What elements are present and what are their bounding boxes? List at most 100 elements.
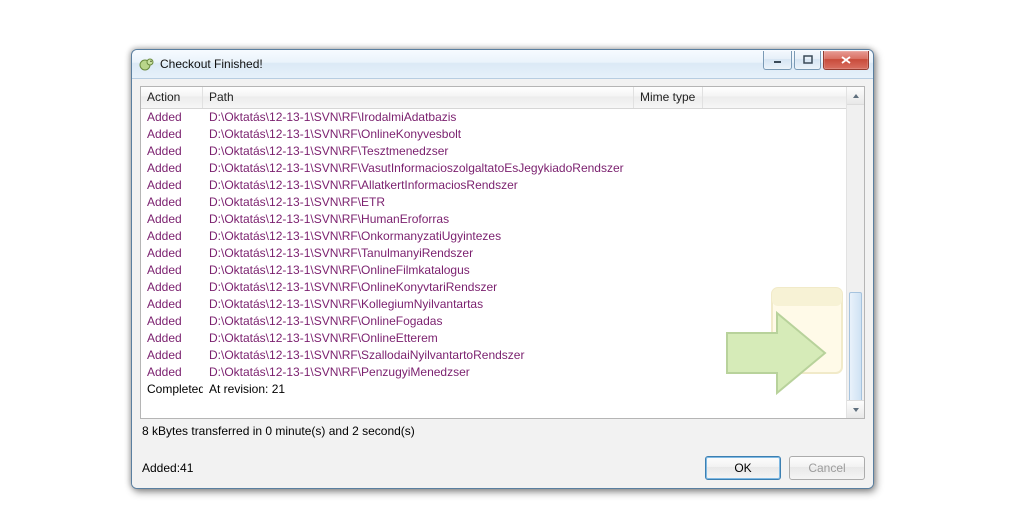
cell-mime [634,313,703,330]
log-row[interactable]: AddedD:\Oktatás\12-13-1\SVN\RF\PenzugyiM… [141,364,846,381]
cell-spacer [703,347,846,364]
cell-mime [634,177,703,194]
cell-spacer [703,245,846,262]
cell-action: Added [141,347,203,364]
cell-path: D:\Oktatás\12-13-1\SVN\RF\ETR [203,194,634,211]
log-row[interactable]: AddedD:\Oktatás\12-13-1\SVN\RF\Allatkert… [141,177,846,194]
cell-path: D:\Oktatás\12-13-1\SVN\RF\AllatkertInfor… [203,177,634,194]
scroll-down-button[interactable] [847,400,864,418]
log-row[interactable]: AddedD:\Oktatás\12-13-1\SVN\RF\OnlineKon… [141,126,846,143]
cell-path: D:\Oktatás\12-13-1\SVN\RF\KollegiumNyilv… [203,296,634,313]
cell-path: D:\Oktatás\12-13-1\SVN\RF\OnkormanyzatiU… [203,228,634,245]
cell-path: D:\Oktatás\12-13-1\SVN\RF\Tesztmenedzser [203,143,634,160]
cell-action: Added [141,211,203,228]
window-title: Checkout Finished! [160,57,761,71]
cell-action: Added [141,109,203,126]
cell-spacer [703,313,846,330]
log-row-completed[interactable]: CompletedAt revision: 21 [141,381,846,398]
cell-mime [634,126,703,143]
cell-path: D:\Oktatás\12-13-1\SVN\RF\OnlineFogadas [203,313,634,330]
chevron-up-icon [852,93,860,99]
column-action[interactable]: Action [141,87,203,108]
log-row[interactable]: AddedD:\Oktatás\12-13-1\SVN\RF\Tanulmany… [141,245,846,262]
dialog-buttons: OK Cancel [705,456,865,480]
log-row[interactable]: AddedD:\Oktatás\12-13-1\SVN\RF\VasutInfo… [141,160,846,177]
cell-path: D:\Oktatás\12-13-1\SVN\RF\TanulmanyiRend… [203,245,634,262]
scrollbar-thumb[interactable] [849,292,862,404]
maximize-button[interactable] [794,51,821,70]
dialog-window: Checkout Finished! [131,49,874,489]
close-icon [840,55,852,65]
cell-mime [634,296,703,313]
cell-action: Added [141,126,203,143]
cell-spacer [703,330,846,347]
tortoisesvn-icon [139,56,155,72]
column-spacer [703,87,846,108]
cell-action: Added [141,228,203,245]
cell-path: D:\Oktatás\12-13-1\SVN\RF\VasutInformaci… [203,160,634,177]
titlebar[interactable]: Checkout Finished! [132,50,873,79]
cell-spacer [703,296,846,313]
cell-path: D:\Oktatás\12-13-1\SVN\RF\OnlineKonyvesb… [203,126,634,143]
bottom-row: Added:41 OK Cancel [140,456,865,480]
log-row[interactable]: AddedD:\Oktatás\12-13-1\SVN\RF\OnlineEtt… [141,330,846,347]
minimize-icon [773,56,783,64]
cell-spacer [703,177,846,194]
column-mime[interactable]: Mime type [634,87,703,108]
added-count: Added:41 [142,461,193,475]
cell-spacer [703,126,846,143]
log-row[interactable]: AddedD:\Oktatás\12-13-1\SVN\RF\HumanErof… [141,211,846,228]
cell-action: Completed [141,381,203,398]
cell-spacer [703,194,846,211]
vertical-scrollbar[interactable] [846,87,864,418]
log-row[interactable]: AddedD:\Oktatás\12-13-1\SVN\RF\OnlineFog… [141,313,846,330]
cell-mime [634,109,703,126]
log-row[interactable]: AddedD:\Oktatás\12-13-1\SVN\RF\Onkormany… [141,228,846,245]
cell-path: D:\Oktatás\12-13-1\SVN\RF\OnlineKonyvtar… [203,279,634,296]
cell-spacer [703,279,846,296]
cell-action: Added [141,262,203,279]
cell-spacer [703,364,846,381]
cell-action: Added [141,194,203,211]
log-row[interactable]: AddedD:\Oktatás\12-13-1\SVN\RF\OnlineKon… [141,279,846,296]
scroll-up-button[interactable] [847,87,864,105]
ok-button[interactable]: OK [705,456,781,480]
cell-mime [634,245,703,262]
log-table: Action Path Mime type AddedD:\Oktatás\12… [141,87,846,418]
cell-path: D:\Oktatás\12-13-1\SVN\RF\OnlineFilmkata… [203,262,634,279]
log-row[interactable]: AddedD:\Oktatás\12-13-1\SVN\RF\Tesztmene… [141,143,846,160]
cell-mime [634,211,703,228]
maximize-icon [803,55,813,64]
cell-path: D:\Oktatás\12-13-1\SVN\RF\SzallodaiNyilv… [203,347,634,364]
log-row[interactable]: AddedD:\Oktatás\12-13-1\SVN\RF\IrodalmiA… [141,109,846,126]
cell-spacer [703,381,846,398]
cell-mime [634,160,703,177]
cell-spacer [703,143,846,160]
cell-path: D:\Oktatás\12-13-1\SVN\RF\IrodalmiAdatba… [203,109,634,126]
minimize-button[interactable] [763,51,792,70]
log-rows: AddedD:\Oktatás\12-13-1\SVN\RF\IrodalmiA… [141,109,846,398]
cell-path: D:\Oktatás\12-13-1\SVN\RF\PenzugyiMenedz… [203,364,634,381]
cell-action: Added [141,364,203,381]
cell-mime [634,330,703,347]
cell-action: Added [141,143,203,160]
log-row[interactable]: AddedD:\Oktatás\12-13-1\SVN\RF\Kollegium… [141,296,846,313]
client-area: Action Path Mime type AddedD:\Oktatás\12… [132,79,873,488]
log-row[interactable]: AddedD:\Oktatás\12-13-1\SVN\RF\OnlineFil… [141,262,846,279]
cell-path: At revision: 21 [203,381,634,398]
cell-mime [634,279,703,296]
column-path[interactable]: Path [203,87,634,108]
cell-spacer [703,160,846,177]
cell-spacer [703,228,846,245]
log-row[interactable]: AddedD:\Oktatás\12-13-1\SVN\RF\Szallodai… [141,347,846,364]
cell-mime [634,364,703,381]
cell-spacer [703,109,846,126]
cell-mime [634,228,703,245]
log-list: Action Path Mime type AddedD:\Oktatás\12… [140,86,865,419]
cell-action: Added [141,279,203,296]
log-row[interactable]: AddedD:\Oktatás\12-13-1\SVN\RF\ETR [141,194,846,211]
cell-action: Added [141,160,203,177]
column-headers: Action Path Mime type [141,87,846,109]
chevron-down-icon [852,407,860,413]
close-button[interactable] [823,51,869,70]
